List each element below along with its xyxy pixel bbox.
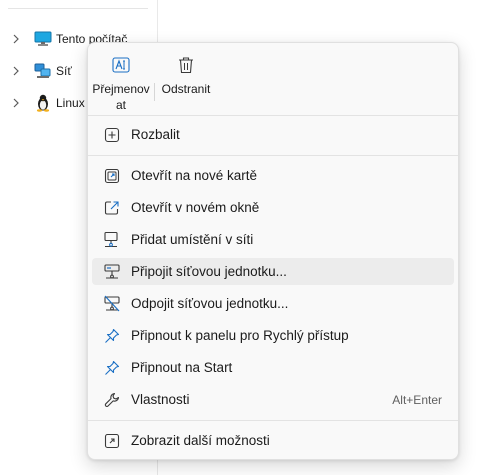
delete-button[interactable]: Odstranit — [158, 51, 214, 97]
menu-item-label: Zobrazit další možnosti — [131, 433, 270, 448]
context-menu: Přejmenovat Odstranit Rozbalit Otevřít n… — [87, 42, 459, 460]
menu-separator — [88, 115, 458, 116]
chevron-right-icon[interactable] — [8, 66, 24, 76]
menu-item-add-network-location[interactable]: Přidat umístění v síti — [92, 226, 454, 253]
rename-label: Přejmenovat — [92, 82, 150, 112]
pin-icon — [103, 327, 121, 345]
rename-icon — [111, 55, 131, 75]
quick-actions-bar: Přejmenovat Odstranit — [88, 43, 458, 115]
chevron-right-icon[interactable] — [8, 34, 24, 44]
menu-item-pin-quick-access[interactable]: Připnout k panelu pro Rychlý přístup — [92, 322, 454, 349]
network-icon — [34, 62, 52, 80]
pin-start-icon — [103, 359, 121, 377]
add-network-location-icon — [103, 231, 121, 249]
menu-item-label: Rozbalit — [131, 127, 180, 142]
expand-icon — [103, 126, 121, 144]
shortcut-label: Alt+Enter — [392, 392, 442, 407]
menu-item-label: Odpojit síťovou jednotku... — [131, 296, 289, 311]
menu-separator — [88, 420, 458, 421]
delete-label: Odstranit — [161, 82, 211, 96]
menu-item-label: Otevřít v novém okně — [131, 200, 260, 215]
quick-actions-divider — [154, 83, 155, 101]
nav-divider-line — [8, 8, 148, 9]
menu-item-open-new-tab[interactable]: Otevřít na nové kartě — [92, 162, 454, 189]
menu-item-show-more-options[interactable]: Zobrazit další možnosti — [92, 427, 454, 454]
menu-item-pin-to-start[interactable]: Připnout na Start — [92, 354, 454, 381]
linux-penguin-icon — [34, 94, 52, 112]
nav-item-label: Síť — [56, 64, 72, 78]
map-network-drive-icon — [103, 263, 121, 281]
more-options-icon — [103, 432, 121, 450]
menu-separator — [88, 155, 458, 156]
menu-item-disconnect-network-drive[interactable]: Odpojit síťovou jednotku... — [92, 290, 454, 317]
new-window-icon — [103, 199, 121, 217]
trash-icon — [176, 55, 196, 75]
menu-item-label: Přidat umístění v síti — [131, 232, 254, 247]
new-tab-icon — [103, 167, 121, 185]
menu-item-expand[interactable]: Rozbalit — [92, 121, 454, 148]
rename-button[interactable]: Přejmenovat — [92, 51, 150, 113]
menu-item-open-new-window[interactable]: Otevřít v novém okně — [92, 194, 454, 221]
menu-item-map-network-drive[interactable]: Připojit síťovou jednotku... — [92, 258, 454, 285]
menu-item-label: Připnout k panelu pro Rychlý přístup — [131, 328, 349, 343]
menu-item-properties[interactable]: Vlastnosti Alt+Enter — [92, 386, 454, 413]
menu-item-label: Připojit síťovou jednotku... — [131, 264, 287, 279]
menu-item-label: Vlastnosti — [131, 392, 190, 407]
monitor-icon — [34, 30, 52, 48]
menu-item-label: Připnout na Start — [131, 360, 233, 375]
wrench-icon — [103, 391, 121, 409]
nav-item-label: Linux — [56, 96, 85, 110]
disconnect-network-drive-icon — [103, 295, 121, 313]
chevron-right-icon[interactable] — [8, 98, 24, 108]
menu-item-label: Otevřít na nové kartě — [131, 168, 258, 183]
